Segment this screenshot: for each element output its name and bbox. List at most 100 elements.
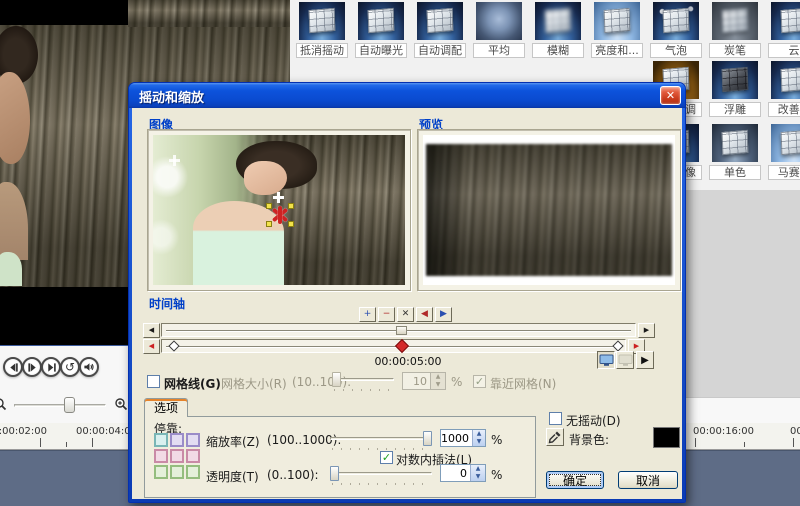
- effect-item[interactable]: 抵消摇动: [296, 2, 348, 58]
- spinner-buttons[interactable]: ▲ ▼: [430, 373, 445, 389]
- effect-item[interactable]: 亮度和...: [591, 2, 643, 58]
- anchor-grid: [154, 433, 202, 481]
- remove-keyframe-button[interactable]: −: [378, 307, 395, 322]
- go-first-keyframe-button[interactable]: ◀: [143, 339, 160, 354]
- anchor-cell-6[interactable]: [186, 449, 200, 463]
- keyframe-diamond-current[interactable]: [394, 338, 410, 354]
- background-color-swatch[interactable]: [653, 427, 680, 448]
- effect-item[interactable]: 单色: [709, 124, 761, 180]
- effect-item[interactable]: 模糊: [532, 2, 584, 58]
- preview-monitor-button[interactable]: [597, 351, 615, 369]
- no-pan-checkbox[interactable]: [549, 412, 562, 425]
- grid-size-slider-thumb[interactable]: [332, 372, 341, 387]
- marker-handle[interactable]: [287, 221, 294, 227]
- tab-options[interactable]: 选项: [144, 398, 188, 417]
- spinner-buttons[interactable]: ▲ ▼: [470, 465, 485, 481]
- zoom-ratio-slider[interactable]: [330, 430, 432, 452]
- spinner-buttons[interactable]: ▲ ▼: [472, 430, 485, 446]
- spin-up-icon: ▲: [435, 373, 441, 380]
- effect-item[interactable]: 改善...: [768, 61, 800, 117]
- scroll-left-button[interactable]: ◀: [143, 323, 160, 338]
- repeat-button[interactable]: ↺: [60, 357, 80, 377]
- opacity-slider-thumb[interactable]: [330, 466, 339, 481]
- timecode-label: 00:00:16:00: [693, 426, 755, 437]
- marker-handle[interactable]: [287, 203, 294, 209]
- prev-keyframe-button[interactable]: ◀: [416, 307, 433, 322]
- scroll-right-button[interactable]: ▶: [638, 323, 655, 338]
- effect-item[interactable]: 平均: [473, 2, 525, 58]
- current-timecode: 00:00:05:00: [374, 355, 442, 368]
- anchor-cell-8[interactable]: [170, 465, 184, 479]
- marker-handle[interactable]: [265, 221, 272, 227]
- effect-item[interactable]: 浮雕: [709, 61, 761, 117]
- effect-item[interactable]: 气泡: [650, 2, 702, 58]
- timeline-scrollbar[interactable]: [161, 323, 636, 337]
- effect-item[interactable]: 云: [768, 2, 800, 58]
- play-button[interactable]: ▶: [636, 351, 654, 369]
- keyframe-diamond-end[interactable]: [612, 340, 624, 352]
- scrollbar-thumb[interactable]: [396, 326, 407, 335]
- opacity-range: (0..100):: [267, 468, 319, 482]
- marker-handle[interactable]: [265, 203, 272, 209]
- right-timeline-ruler[interactable]: 00:00:16:00 00: [686, 423, 800, 450]
- go-to-end-button[interactable]: [41, 357, 61, 377]
- eyedropper-button[interactable]: [546, 428, 564, 446]
- close-button[interactable]: ✕: [660, 86, 681, 105]
- dialog-titlebar[interactable]: 摇动和缩放 ✕: [129, 83, 685, 108]
- pan-position-marker[interactable]: [265, 192, 294, 227]
- image-panel-photo[interactable]: [153, 135, 405, 285]
- effect-item[interactable]: 自动曝光: [355, 2, 407, 58]
- effect-item[interactable]: 马赛...: [768, 124, 800, 180]
- effect-cube-icon: [712, 61, 758, 99]
- snap-to-grid-checkbox[interactable]: ✓: [473, 375, 486, 388]
- grid-size-spinner[interactable]: 10 ▲ ▼: [402, 372, 446, 390]
- next-frame-button[interactable]: [22, 357, 42, 377]
- anchor-cell-4[interactable]: [154, 449, 168, 463]
- grid-size-slider[interactable]: [332, 371, 394, 393]
- effect-cube-icon: [476, 2, 522, 40]
- opacity-slider[interactable]: [330, 465, 432, 487]
- effect-item[interactable]: 自动调配: [414, 2, 466, 58]
- delete-keyframes-button[interactable]: ✕: [397, 307, 414, 322]
- close-icon: ✕: [665, 89, 676, 102]
- zoom-in-icon[interactable]: [114, 396, 128, 415]
- ok-button[interactable]: 确定: [546, 471, 604, 489]
- workspace-background: [686, 190, 800, 397]
- preview-device-button[interactable]: [616, 351, 634, 369]
- keyframe-track[interactable]: [161, 338, 626, 354]
- snap-to-grid-label: 靠近网格(N): [490, 377, 557, 391]
- left-timeline-ruler[interactable]: 00:00:02:00 00:00:04:00: [0, 423, 128, 450]
- anchor-cell-1[interactable]: [154, 433, 168, 447]
- play-icon: ▶: [641, 354, 649, 366]
- go-to-end-icon: [47, 362, 56, 372]
- opacity-spinner[interactable]: 0 ▲ ▼: [440, 464, 486, 482]
- log-interpolation-checkbox[interactable]: ✓: [380, 451, 393, 464]
- marker-cross-icon: [272, 192, 284, 203]
- opacity-label: 透明度(T): [206, 470, 259, 484]
- gridlines-checkbox[interactable]: [147, 375, 160, 388]
- zoom-ratio-slider-thumb[interactable]: [423, 431, 432, 446]
- cancel-button-label: 取消: [635, 474, 660, 488]
- zoom-ratio-spinner[interactable]: 1000 ▲ ▼: [440, 429, 486, 447]
- add-keyframe-button[interactable]: +: [359, 307, 376, 322]
- timeline-section-label: 时间轴: [149, 297, 186, 311]
- zoom-ratio-label: 缩放率(Z): [206, 435, 260, 449]
- anchor-cell-5[interactable]: [170, 449, 184, 463]
- cancel-button[interactable]: 取消: [618, 471, 678, 489]
- anchor-cell-2[interactable]: [170, 433, 184, 447]
- zoom-out-icon[interactable]: [0, 396, 7, 415]
- effect-label: 亮度和...: [591, 43, 643, 58]
- next-keyframe-button[interactable]: ▶: [435, 307, 452, 322]
- anchor-cell-9[interactable]: [186, 465, 200, 479]
- preview-zoom-slider-thumb[interactable]: [64, 397, 75, 413]
- preview-zoom-slider[interactable]: [14, 404, 106, 407]
- effect-cube-icon: [594, 2, 640, 40]
- preview-letterbox: [423, 135, 675, 285]
- anchor-cell-3[interactable]: [186, 433, 200, 447]
- effect-cube-icon: [653, 2, 699, 40]
- keyframe-diamond-start[interactable]: [168, 340, 180, 352]
- anchor-cell-7[interactable]: [154, 465, 168, 479]
- previous-frame-button[interactable]: [3, 357, 23, 377]
- volume-button[interactable]: [79, 357, 99, 377]
- effect-item[interactable]: 炭笔: [709, 2, 761, 58]
